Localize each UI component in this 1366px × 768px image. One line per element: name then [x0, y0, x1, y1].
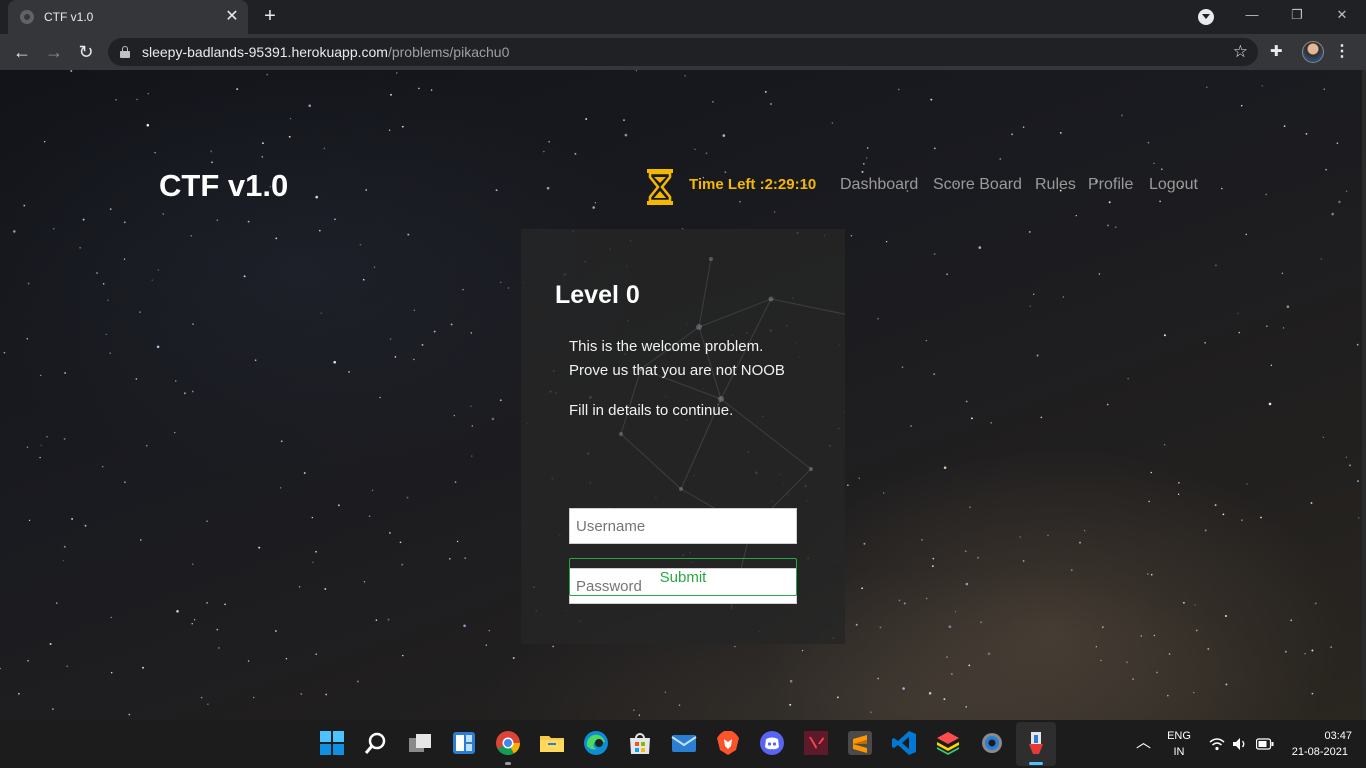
brave-icon[interactable] — [715, 730, 741, 756]
hourglass-icon — [647, 169, 673, 205]
reload-icon[interactable]: ↻ — [74, 40, 98, 64]
browser-menu-icon[interactable]: ⋮ — [1334, 41, 1350, 63]
submit-button[interactable]: Submit — [569, 558, 797, 596]
nav-score-board[interactable]: Score Board — [933, 176, 1022, 194]
address-bar[interactable]: sleepy-badlands-95391.herokuapp.com/prob… — [108, 38, 1258, 66]
forward-arrow-icon[interactable]: → — [42, 40, 66, 64]
lock-icon[interactable] — [120, 46, 130, 58]
minimize-button[interactable]: — — [1232, 2, 1272, 28]
paint-icon[interactable] — [1023, 730, 1049, 756]
instruction-text: Fill in details to continue. — [569, 402, 734, 419]
back-arrow-icon[interactable]: ← — [10, 40, 34, 64]
site-brand[interactable]: CTF v1.0 — [159, 168, 288, 204]
windows-start-icon[interactable] — [319, 730, 345, 756]
page-scrollbar[interactable] — [1362, 70, 1366, 720]
bookmark-star-icon[interactable]: ☆ — [1233, 41, 1248, 63]
language-bottom[interactable]: IN — [1164, 745, 1194, 760]
close-window-button[interactable]: ✕ — [1322, 2, 1362, 28]
restore-button[interactable]: ❐ — [1277, 2, 1317, 28]
valorant-icon[interactable] — [803, 730, 829, 756]
discord-icon[interactable] — [759, 730, 785, 756]
extensions-puzzle-icon[interactable]: ✚ — [1270, 41, 1283, 63]
new-tab-button[interactable]: + — [258, 4, 282, 28]
vscode-icon[interactable] — [891, 730, 917, 756]
profile-avatar[interactable] — [1302, 41, 1324, 63]
clock-date[interactable]: 21-08-2021 — [1282, 745, 1348, 760]
time-left: Time Left :2:29:10 — [689, 176, 817, 193]
globe-icon — [20, 10, 34, 24]
language-top[interactable]: ENG — [1164, 729, 1194, 744]
search-icon[interactable] — [363, 730, 389, 756]
problem-card: Level 0 This is the welcome problem. Pro… — [521, 229, 845, 644]
task-view-icon[interactable] — [407, 730, 433, 756]
tab-search-icon[interactable] — [1198, 9, 1214, 25]
page-viewport: CTF v1.0 Time Left :2:29:10 Dashboard Sc… — [0, 70, 1366, 720]
paint-active-indicator — [1029, 762, 1043, 765]
nav-rules[interactable]: Rules — [1035, 176, 1076, 194]
nav-profile[interactable]: Profile — [1088, 176, 1133, 194]
wifi-icon[interactable] — [1209, 737, 1225, 751]
edge-icon[interactable] — [583, 730, 609, 756]
widgets-icon[interactable] — [451, 730, 477, 756]
chrome-icon[interactable] — [495, 730, 521, 756]
browser-toolbar: ← → ↻ sleepy-badlands-95391.herokuapp.co… — [0, 34, 1366, 70]
volume-icon[interactable] — [1232, 737, 1248, 751]
show-hidden-icons-chevron[interactable]: ︿ — [1136, 735, 1151, 750]
problem-description-line1: This is the welcome problem. — [569, 338, 764, 355]
level-title: Level 0 — [555, 281, 640, 309]
taskbar: ︿ ENG IN 03:47 21-08-2021 — [0, 720, 1366, 768]
battery-icon[interactable] — [1256, 738, 1274, 750]
settings-icon[interactable] — [979, 730, 1005, 756]
nav-dashboard[interactable]: Dashboard — [840, 176, 918, 194]
problem-description-line2: Prove us that you are not NOOB — [569, 362, 785, 379]
tab-title: CTF v1.0 — [44, 10, 94, 24]
store-icon[interactable] — [627, 730, 653, 756]
sublime-text-icon[interactable] — [847, 730, 873, 756]
chrome-running-indicator — [505, 762, 511, 765]
url-text[interactable]: sleepy-badlands-95391.herokuapp.com/prob… — [142, 44, 509, 60]
mail-icon[interactable] — [671, 730, 697, 756]
bluestacks-icon[interactable] — [935, 730, 961, 756]
username-input[interactable] — [569, 508, 797, 544]
browser-tab[interactable]: CTF v1.0 ✕ — [8, 0, 248, 34]
file-explorer-icon[interactable] — [539, 730, 565, 756]
tab-close-button[interactable]: ✕ — [222, 7, 242, 27]
clock-time[interactable]: 03:47 — [1286, 729, 1352, 744]
nav-logout[interactable]: Logout — [1149, 176, 1198, 194]
tab-strip: CTF v1.0 ✕ + — ❐ ✕ — [0, 0, 1366, 34]
